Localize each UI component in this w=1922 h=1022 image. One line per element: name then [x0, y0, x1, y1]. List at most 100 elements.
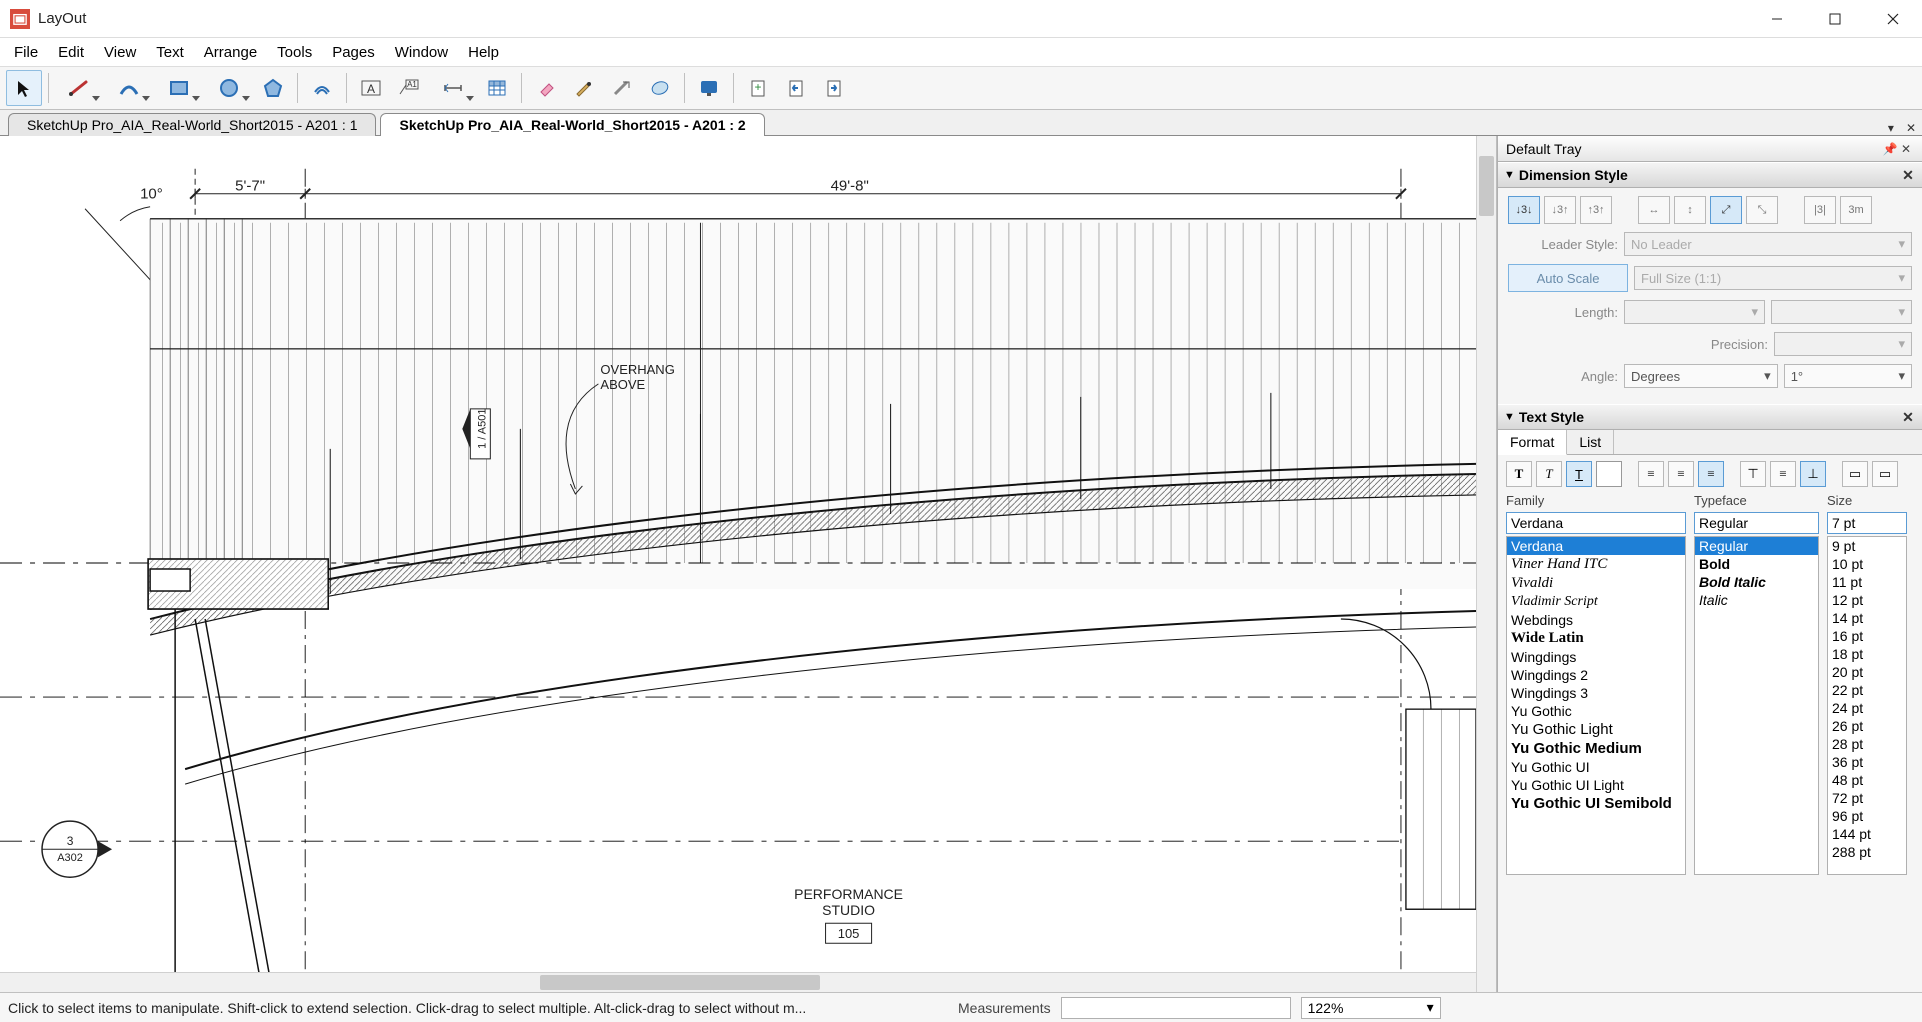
size-item[interactable]: 11 pt — [1828, 573, 1906, 591]
typeface-item[interactable]: Regular — [1695, 537, 1818, 555]
menu-help[interactable]: Help — [458, 42, 509, 63]
typeface-input[interactable] — [1694, 512, 1819, 534]
angle-unit-select[interactable]: Degrees▾ — [1624, 364, 1778, 388]
polygon-tool[interactable] — [255, 70, 291, 106]
family-item[interactable]: Vivaldi — [1507, 574, 1685, 593]
valign-bot[interactable]: ⊥ — [1800, 461, 1826, 487]
valign-top[interactable]: ⊤ — [1740, 461, 1766, 487]
size-item[interactable]: 10 pt — [1828, 555, 1906, 573]
underline-button[interactable]: T — [1566, 461, 1592, 487]
join-tool[interactable] — [642, 70, 678, 106]
family-item[interactable]: Verdana — [1507, 537, 1685, 555]
family-item[interactable]: Yu Gothic UI — [1507, 758, 1685, 776]
panel-close-icon[interactable]: ✕ — [1900, 167, 1916, 184]
menu-edit[interactable]: Edit — [48, 42, 94, 63]
offset-tool[interactable] — [304, 70, 340, 106]
label-tool[interactable]: A1 — [391, 70, 427, 106]
dimension-style-header[interactable]: ▼ Dimension Style ✕ — [1498, 162, 1922, 188]
typeface-item[interactable]: Bold Italic — [1695, 573, 1818, 591]
text-tab-format[interactable]: Format — [1498, 430, 1567, 455]
text-style-header[interactable]: ▼ Text Style ✕ — [1498, 404, 1922, 430]
dim-gap[interactable]: |3| — [1804, 196, 1836, 224]
panel-close-icon[interactable]: ✕ — [1900, 409, 1916, 426]
presentation-tool[interactable] — [691, 70, 727, 106]
dim-text-below[interactable]: ↑3↑ — [1580, 196, 1612, 224]
split-tool[interactable] — [604, 70, 640, 106]
typeface-list[interactable]: RegularBoldBold ItalicItalic — [1694, 536, 1819, 875]
dimension-tool[interactable] — [429, 70, 477, 106]
size-item[interactable]: 20 pt — [1828, 663, 1906, 681]
length-select[interactable]: ▾ — [1624, 300, 1765, 324]
family-item[interactable]: Yu Gothic UI Light — [1507, 776, 1685, 794]
valign-mid[interactable]: ≡ — [1770, 461, 1796, 487]
family-list[interactable]: VerdanaViner Hand ITCVivaldiVladimir Scr… — [1506, 536, 1686, 875]
family-item[interactable]: Viner Hand ITC — [1507, 555, 1685, 574]
table-tool[interactable] — [479, 70, 515, 106]
document-tab-2[interactable]: SketchUp Pro_AIA_Real-World_Short2015 - … — [380, 113, 764, 136]
pin-icon[interactable]: 📌 — [1882, 142, 1898, 156]
align-center[interactable]: ≡ — [1668, 461, 1694, 487]
family-item[interactable]: Webdings — [1507, 611, 1685, 629]
typeface-item[interactable]: Italic — [1695, 591, 1818, 609]
size-item[interactable]: 24 pt — [1828, 699, 1906, 717]
menu-tools[interactable]: Tools — [267, 42, 322, 63]
dim-text-above[interactable]: ↓3↓ — [1508, 196, 1540, 224]
text-tool[interactable]: A — [353, 70, 389, 106]
size-item[interactable]: 72 pt — [1828, 789, 1906, 807]
zoom-select[interactable]: 122%▾ — [1301, 997, 1441, 1019]
drawing-canvas[interactable]: 10° 5'-7" 49'-8" — [0, 136, 1476, 992]
tab-dropdown[interactable]: ▾ — [1882, 121, 1900, 135]
family-item[interactable]: Yu Gothic Medium — [1507, 739, 1685, 758]
family-item[interactable]: Wide Latin — [1507, 629, 1685, 648]
size-item[interactable]: 9 pt — [1828, 537, 1906, 555]
horizontal-scrollbar[interactable] — [0, 972, 1476, 992]
arc-tool[interactable] — [105, 70, 153, 106]
style-tool[interactable] — [566, 70, 602, 106]
size-item[interactable]: 16 pt — [1828, 627, 1906, 645]
family-item[interactable]: Yu Gothic UI Semibold — [1507, 794, 1685, 813]
vertical-scrollbar[interactable] — [1476, 136, 1496, 992]
text-tab-list[interactable]: List — [1567, 430, 1614, 454]
bold-button[interactable]: T — [1506, 461, 1532, 487]
size-item[interactable]: 22 pt — [1828, 681, 1906, 699]
size-item[interactable]: 12 pt — [1828, 591, 1906, 609]
family-item[interactable]: Yu Gothic — [1507, 702, 1685, 720]
leader-select[interactable]: No Leader▾ — [1624, 232, 1912, 256]
measurements-input[interactable] — [1061, 997, 1291, 1019]
menu-window[interactable]: Window — [385, 42, 458, 63]
italic-button[interactable]: T — [1536, 461, 1562, 487]
menu-view[interactable]: View — [94, 42, 146, 63]
maximize-button[interactable] — [1806, 0, 1864, 38]
dim-align-a[interactable]: ⤢ — [1710, 196, 1742, 224]
anchor-a[interactable]: ▭ — [1842, 461, 1868, 487]
family-item[interactable]: Vladimir Script — [1507, 593, 1685, 611]
family-item[interactable]: Wingdings 3 — [1507, 684, 1685, 702]
dim-align-h[interactable]: ↔ — [1638, 196, 1670, 224]
close-button[interactable] — [1864, 0, 1922, 38]
size-input[interactable] — [1827, 512, 1907, 534]
size-item[interactable]: 18 pt — [1828, 645, 1906, 663]
eraser-tool[interactable] — [528, 70, 564, 106]
size-item[interactable]: 26 pt — [1828, 717, 1906, 735]
auto-scale-button[interactable]: Auto Scale — [1508, 264, 1628, 292]
length-prec[interactable]: ▾ — [1771, 300, 1912, 324]
align-right[interactable]: ≡ — [1698, 461, 1724, 487]
size-list[interactable]: 9 pt10 pt11 pt12 pt14 pt16 pt18 pt20 pt2… — [1827, 536, 1907, 875]
size-item[interactable]: 48 pt — [1828, 771, 1906, 789]
scale-select[interactable]: Full Size (1:1)▾ — [1634, 266, 1912, 290]
tab-close[interactable]: ✕ — [1900, 121, 1922, 135]
anchor-b[interactable]: ▭ — [1872, 461, 1898, 487]
menu-file[interactable]: File — [4, 42, 48, 63]
tray-close[interactable]: ✕ — [1898, 142, 1914, 156]
menu-pages[interactable]: Pages — [322, 42, 385, 63]
select-tool[interactable] — [6, 70, 42, 106]
family-input[interactable] — [1506, 512, 1686, 534]
circle-tool[interactable] — [205, 70, 253, 106]
align-left[interactable]: ≡ — [1638, 461, 1664, 487]
line-tool[interactable] — [55, 70, 103, 106]
family-item[interactable]: Wingdings 2 — [1507, 666, 1685, 684]
angle-prec-select[interactable]: 1°▾ — [1784, 364, 1912, 388]
next-page-button[interactable] — [816, 70, 852, 106]
precision-select[interactable]: ▾ — [1774, 332, 1912, 356]
dim-ext[interactable]: 3m — [1840, 196, 1872, 224]
